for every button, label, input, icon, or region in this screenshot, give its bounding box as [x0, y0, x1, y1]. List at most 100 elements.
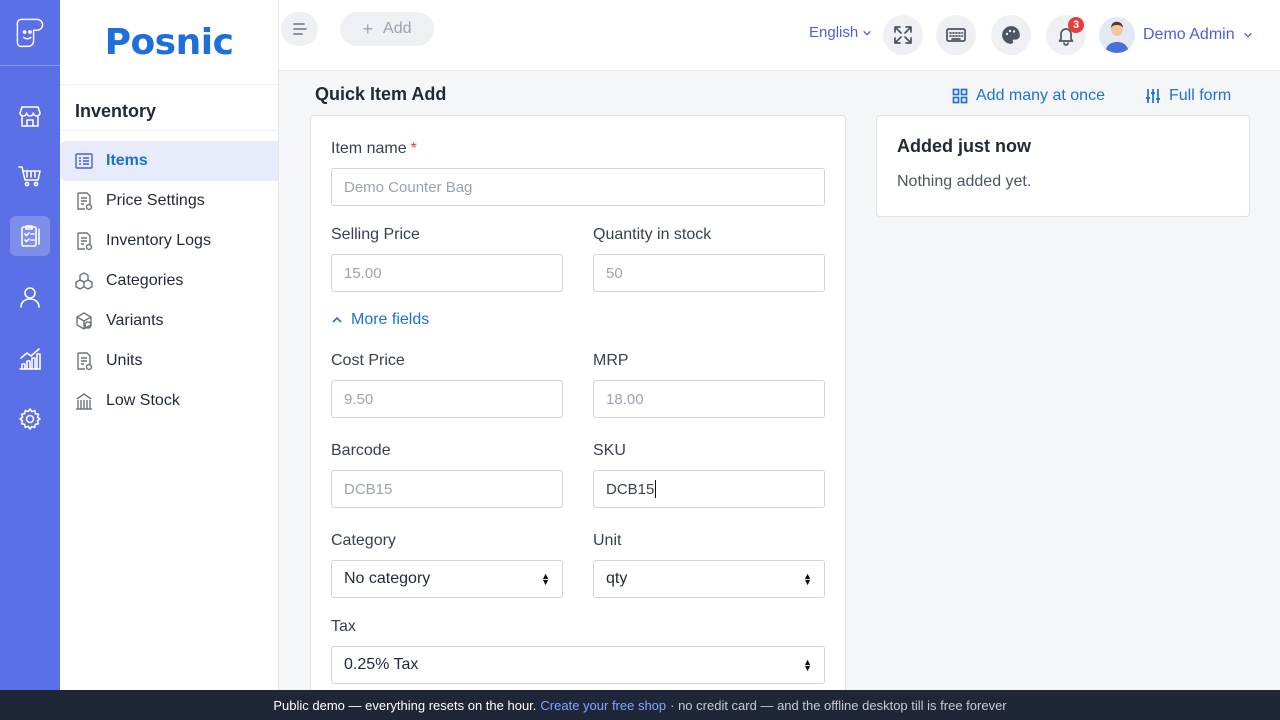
select-arrows-icon: ▲ ▼	[803, 657, 812, 673]
mrp-input[interactable]: 18.00	[593, 380, 825, 418]
inventory-logs-icon	[77, 232, 93, 251]
nav-item-categories[interactable]: Categories	[60, 261, 278, 301]
cart-icon[interactable]	[10, 156, 50, 196]
unit-value: qty	[606, 570, 628, 587]
nav-item-label: Items	[106, 152, 148, 169]
menu-lines-icon	[292, 23, 307, 35]
nav-item-low-stock[interactable]: Low Stock	[60, 381, 278, 421]
cost-price-input[interactable]: 9.50	[331, 380, 563, 418]
fullscreen-button[interactable]	[883, 15, 923, 55]
top-bar: + Add English 3 Demo Admin	[279, 0, 1280, 71]
tax-select[interactable]: 0.25% Tax ▲ ▼	[331, 646, 825, 684]
tax-value: 0.25% Tax	[344, 656, 419, 673]
inventory-clipboard-icon[interactable]	[10, 216, 50, 256]
language-label: English	[809, 24, 859, 41]
units-icon	[77, 352, 93, 371]
brand-name: Posnic	[104, 21, 234, 63]
recently-added-card: Added just now Nothing added yet.	[876, 115, 1250, 217]
rail-divider	[0, 65, 60, 66]
required-mark: *	[410, 140, 417, 157]
add-many-label: Add many at once	[976, 87, 1105, 104]
notifications-button[interactable]: 3	[1046, 15, 1086, 55]
nav-section-title: Inventory	[60, 85, 278, 131]
settings-gear-icon[interactable]	[10, 399, 50, 439]
brand-logo[interactable]: Posnic	[60, 0, 278, 85]
recently-added-title: Added just now	[897, 136, 1031, 156]
add-many-link[interactable]: Add many at once	[952, 87, 1105, 105]
footer-note: · no credit card — and the offline deskt…	[670, 697, 1007, 713]
variants-icon	[76, 312, 92, 330]
full-form-label: Full form	[1169, 87, 1232, 104]
sidebar-toggle-button[interactable]	[281, 12, 318, 46]
recently-added-empty-text: Nothing added yet.	[897, 173, 1032, 190]
quantity-input[interactable]: 50	[593, 254, 825, 292]
add-button[interactable]: + Add	[340, 12, 434, 46]
user-icon[interactable]	[10, 277, 50, 317]
app-logo-icon[interactable]	[10, 10, 50, 54]
select-arrows-icon: ▲ ▼	[803, 571, 812, 587]
barcode-input[interactable]: DCB15	[331, 470, 563, 508]
sku-input[interactable]: DCB15	[593, 470, 825, 508]
categories-icon	[75, 272, 93, 290]
create-shop-link[interactable]: Create your free shop	[540, 698, 666, 713]
nav-item-units[interactable]: Units	[60, 341, 278, 381]
tax-label: Tax	[331, 618, 356, 635]
nav-item-items[interactable]: Items	[60, 141, 278, 181]
item-name-input[interactable]: Demo Counter Bag	[331, 168, 825, 206]
reports-chart-icon[interactable]	[10, 339, 50, 379]
user-menu[interactable]: Demo Admin	[1099, 17, 1253, 53]
more-fields-toggle[interactable]: More fields	[331, 311, 429, 329]
section-nav: Posnic Inventory Items Price Settings In…	[60, 0, 279, 690]
footer-text: Public demo — everything resets on the h…	[273, 697, 537, 713]
store-icon[interactable]	[10, 96, 50, 136]
plus-icon: +	[362, 19, 374, 39]
keyboard-icon	[946, 28, 966, 42]
full-form-link[interactable]: Full form	[1145, 87, 1231, 105]
page-title: Quick Item Add	[315, 84, 447, 104]
palette-icon	[1002, 26, 1020, 44]
selling-price-input[interactable]: 15.00	[331, 254, 563, 292]
chevron-down-icon	[863, 30, 872, 36]
mrp-label: MRP	[593, 352, 629, 369]
add-button-label: Add	[383, 20, 412, 37]
demo-footer-banner: Public demo — everything resets on the h…	[0, 690, 1280, 720]
nav-item-label: Variants	[106, 312, 164, 329]
item-name-label: Item name *	[331, 140, 417, 157]
icon-rail	[0, 0, 60, 690]
category-select[interactable]: No category ▲ ▼	[331, 560, 563, 598]
nav-item-label: Price Settings	[106, 192, 205, 209]
grid-icon	[952, 88, 968, 104]
category-label: Category	[331, 532, 396, 549]
avatar	[1099, 17, 1135, 53]
notification-badge: 3	[1068, 17, 1084, 33]
chevron-down-icon	[1243, 32, 1252, 38]
text-caret	[655, 480, 657, 498]
low-stock-icon	[76, 393, 92, 410]
selling-price-label: Selling Price	[331, 226, 420, 243]
barcode-label: Barcode	[331, 442, 391, 459]
cost-price-label: Cost Price	[331, 352, 405, 369]
items-list-icon	[75, 153, 93, 169]
price-settings-icon	[77, 192, 93, 211]
more-fields-label: More fields	[351, 311, 430, 328]
unit-label: Unit	[593, 532, 622, 549]
select-arrows-icon: ▲ ▼	[541, 571, 550, 587]
nav-item-variants[interactable]: Variants	[60, 301, 278, 341]
chevron-up-icon	[332, 316, 342, 323]
quantity-label: Quantity in stock	[593, 226, 712, 243]
nav-item-label: Units	[106, 352, 143, 369]
nav-item-label: Inventory Logs	[106, 232, 211, 249]
nav-item-price-settings[interactable]: Price Settings	[60, 181, 278, 221]
keyboard-shortcuts-button[interactable]	[936, 15, 976, 55]
sku-label: SKU	[593, 442, 626, 459]
sku-value: DCB15	[606, 480, 655, 498]
theme-button[interactable]	[991, 15, 1031, 55]
nav-item-label: Categories	[106, 272, 184, 289]
user-name: Demo Admin	[1143, 26, 1235, 43]
sliders-icon	[1146, 89, 1160, 103]
nav-list: Items Price Settings Inventory Logs Cate…	[60, 131, 278, 421]
nav-item-label: Low Stock	[106, 392, 180, 409]
nav-item-inventory-logs[interactable]: Inventory Logs	[60, 221, 278, 261]
unit-select[interactable]: qty ▲ ▼	[593, 560, 825, 598]
language-selector[interactable]: English	[809, 24, 872, 41]
